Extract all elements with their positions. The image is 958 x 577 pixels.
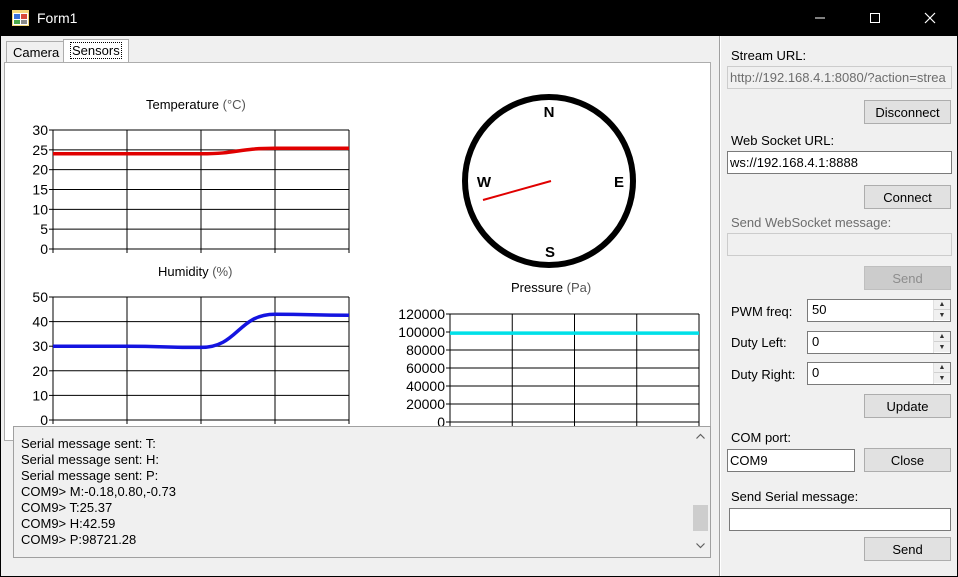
pwm-freq-value: 50: [812, 302, 827, 317]
serial-log-textbox[interactable]: Serial message sent: T: Serial message s…: [13, 426, 711, 558]
ws-url-field[interactable]: ws://192.168.4.1:8888: [727, 151, 952, 174]
temperature-chart: 0 5 10 15 20 25 30: [32, 122, 350, 257]
maximize-icon: [870, 13, 880, 23]
temperature-y-tick-label: 25: [32, 142, 48, 158]
pressure-y-tick-label: 120000: [398, 306, 445, 322]
humidity-y-tick-label: 50: [32, 289, 48, 305]
temperature-y-tick-label: 15: [32, 182, 48, 198]
duty-left-label: Duty Left:: [731, 335, 787, 350]
com-port-field[interactable]: COM9: [727, 449, 855, 472]
spin-up-icon[interactable]: ▲: [934, 332, 950, 342]
log-line: COM9> T:25.37: [21, 500, 113, 515]
compass: N E S W: [462, 94, 636, 268]
window-title: Form1: [37, 10, 78, 26]
humidity-y-tick-label: 40: [32, 314, 48, 330]
spin-down-icon[interactable]: ▼: [934, 310, 950, 320]
humidity-y-tick-label: 20: [32, 363, 48, 379]
duty-right-stepper[interactable]: 0 ▲ ▼: [807, 362, 951, 385]
scroll-down-arrow[interactable]: [691, 537, 710, 555]
minimize-button[interactable]: [796, 0, 844, 36]
temperature-y-tick-label: 0: [40, 241, 48, 257]
ws-message-label: Send WebSocket message:: [731, 215, 892, 230]
log-line: COM9> P:98721.28: [21, 532, 137, 547]
duty-left-spin-buttons: ▲ ▼: [933, 332, 950, 353]
pressure-y-tick-label: 80000: [406, 342, 445, 358]
temperature-y-tick-label: 30: [32, 122, 48, 138]
duty-right-spin-buttons: ▲ ▼: [933, 363, 950, 384]
log-line: COM9> M:-0.18,0.80,-0.73: [21, 484, 176, 499]
duty-right-label: Duty Right:: [731, 367, 796, 382]
pressure-y-tick-label: 40000: [406, 378, 445, 394]
duty-left-stepper[interactable]: 0 ▲ ▼: [807, 331, 951, 354]
scroll-thumb[interactable]: [693, 505, 708, 531]
form-client-area: Camera Sensors Temperature (°C) Humidity…: [1, 36, 957, 576]
chevron-down-icon: [696, 543, 705, 549]
tab-sensors[interactable]: Sensors: [63, 39, 129, 63]
maximize-button[interactable]: [851, 0, 899, 36]
chevron-up-icon: [696, 433, 705, 439]
update-button[interactable]: Update: [864, 394, 951, 418]
pressure-y-tick-label: 60000: [406, 360, 445, 376]
serial-log-lines: Serial message sent: T: Serial message s…: [21, 436, 176, 548]
pwm-freq-stepper[interactable]: 50 ▲ ▼: [807, 299, 951, 322]
tab-camera[interactable]: Camera: [6, 41, 67, 63]
scroll-up-arrow[interactable]: [691, 427, 710, 445]
close-icon: [924, 12, 936, 24]
temperature-y-tick-label: 10: [32, 201, 48, 217]
pwm-freq-label: PWM freq:: [731, 304, 793, 319]
log-scrollbar[interactable]: [691, 427, 710, 557]
stream-url-field[interactable]: http://192.168.4.1:8080/?action=strea: [727, 66, 952, 89]
compass-needle: [482, 180, 552, 201]
stream-url-label: Stream URL:: [731, 48, 807, 63]
compass-north-label: N: [544, 104, 555, 121]
disconnect-button[interactable]: Disconnect: [864, 100, 951, 124]
humidity-y-tick-label: 10: [32, 387, 48, 403]
spin-down-icon[interactable]: ▼: [934, 342, 950, 352]
log-line: Serial message sent: P:: [21, 468, 159, 483]
left-panel: Camera Sensors Temperature (°C) Humidity…: [1, 36, 720, 576]
ws-send-button[interactable]: Send: [864, 266, 951, 290]
serial-message-field[interactable]: [729, 508, 951, 531]
tab-camera-label: Camera: [13, 45, 60, 60]
ws-message-field[interactable]: [727, 233, 952, 256]
sensor-charts: N E S W 051015202530 01020304050 0200004…: [32, 94, 700, 430]
spin-up-icon[interactable]: ▲: [934, 363, 950, 373]
temperature-y-tick-label: 20: [32, 162, 48, 178]
pressure-y-tick-label: 100000: [398, 324, 445, 340]
duty-right-value: 0: [812, 365, 820, 380]
com-port-label: COM port:: [731, 430, 791, 445]
compass-south-label: S: [545, 244, 555, 261]
serial-message-label: Send Serial message:: [731, 489, 859, 504]
spin-up-icon[interactable]: ▲: [934, 300, 950, 310]
compass-west-label: W: [477, 174, 492, 191]
close-window-button[interactable]: [906, 0, 954, 36]
temperature-y-tick-label: 5: [40, 221, 48, 237]
ws-url-label: Web Socket URL:: [731, 133, 835, 148]
pressure-y-tick-label: 20000: [406, 396, 445, 412]
app-icon: [12, 10, 29, 26]
duty-left-value: 0: [812, 334, 820, 349]
compass-east-label: E: [614, 174, 624, 191]
tab-sensors-label: Sensors: [70, 42, 122, 59]
log-line: COM9> H:42.59: [21, 516, 116, 531]
humidity-y-tick-label: 30: [32, 338, 48, 354]
connect-button[interactable]: Connect: [864, 185, 951, 209]
pwm-freq-spin-buttons: ▲ ▼: [933, 300, 950, 321]
minimize-icon: [815, 17, 825, 19]
log-line: Serial message sent: H:: [21, 452, 160, 467]
serial-send-button[interactable]: Send: [864, 537, 951, 561]
pressure-chart: 020000400006000080000100000120000: [398, 306, 700, 430]
right-panel: Stream URL: http://192.168.4.1:8080/?act…: [725, 36, 957, 576]
panel-splitter[interactable]: [720, 36, 724, 576]
humidity-chart: 01020304050: [32, 289, 350, 428]
sensors-tab-page: Temperature (°C) Humidity (%) Pressure (…: [4, 62, 711, 441]
log-line: Serial message sent: T:: [21, 436, 156, 451]
spin-down-icon[interactable]: ▼: [934, 373, 950, 383]
close-port-button[interactable]: Close: [864, 448, 951, 472]
title-bar[interactable]: Form1: [0, 0, 958, 36]
